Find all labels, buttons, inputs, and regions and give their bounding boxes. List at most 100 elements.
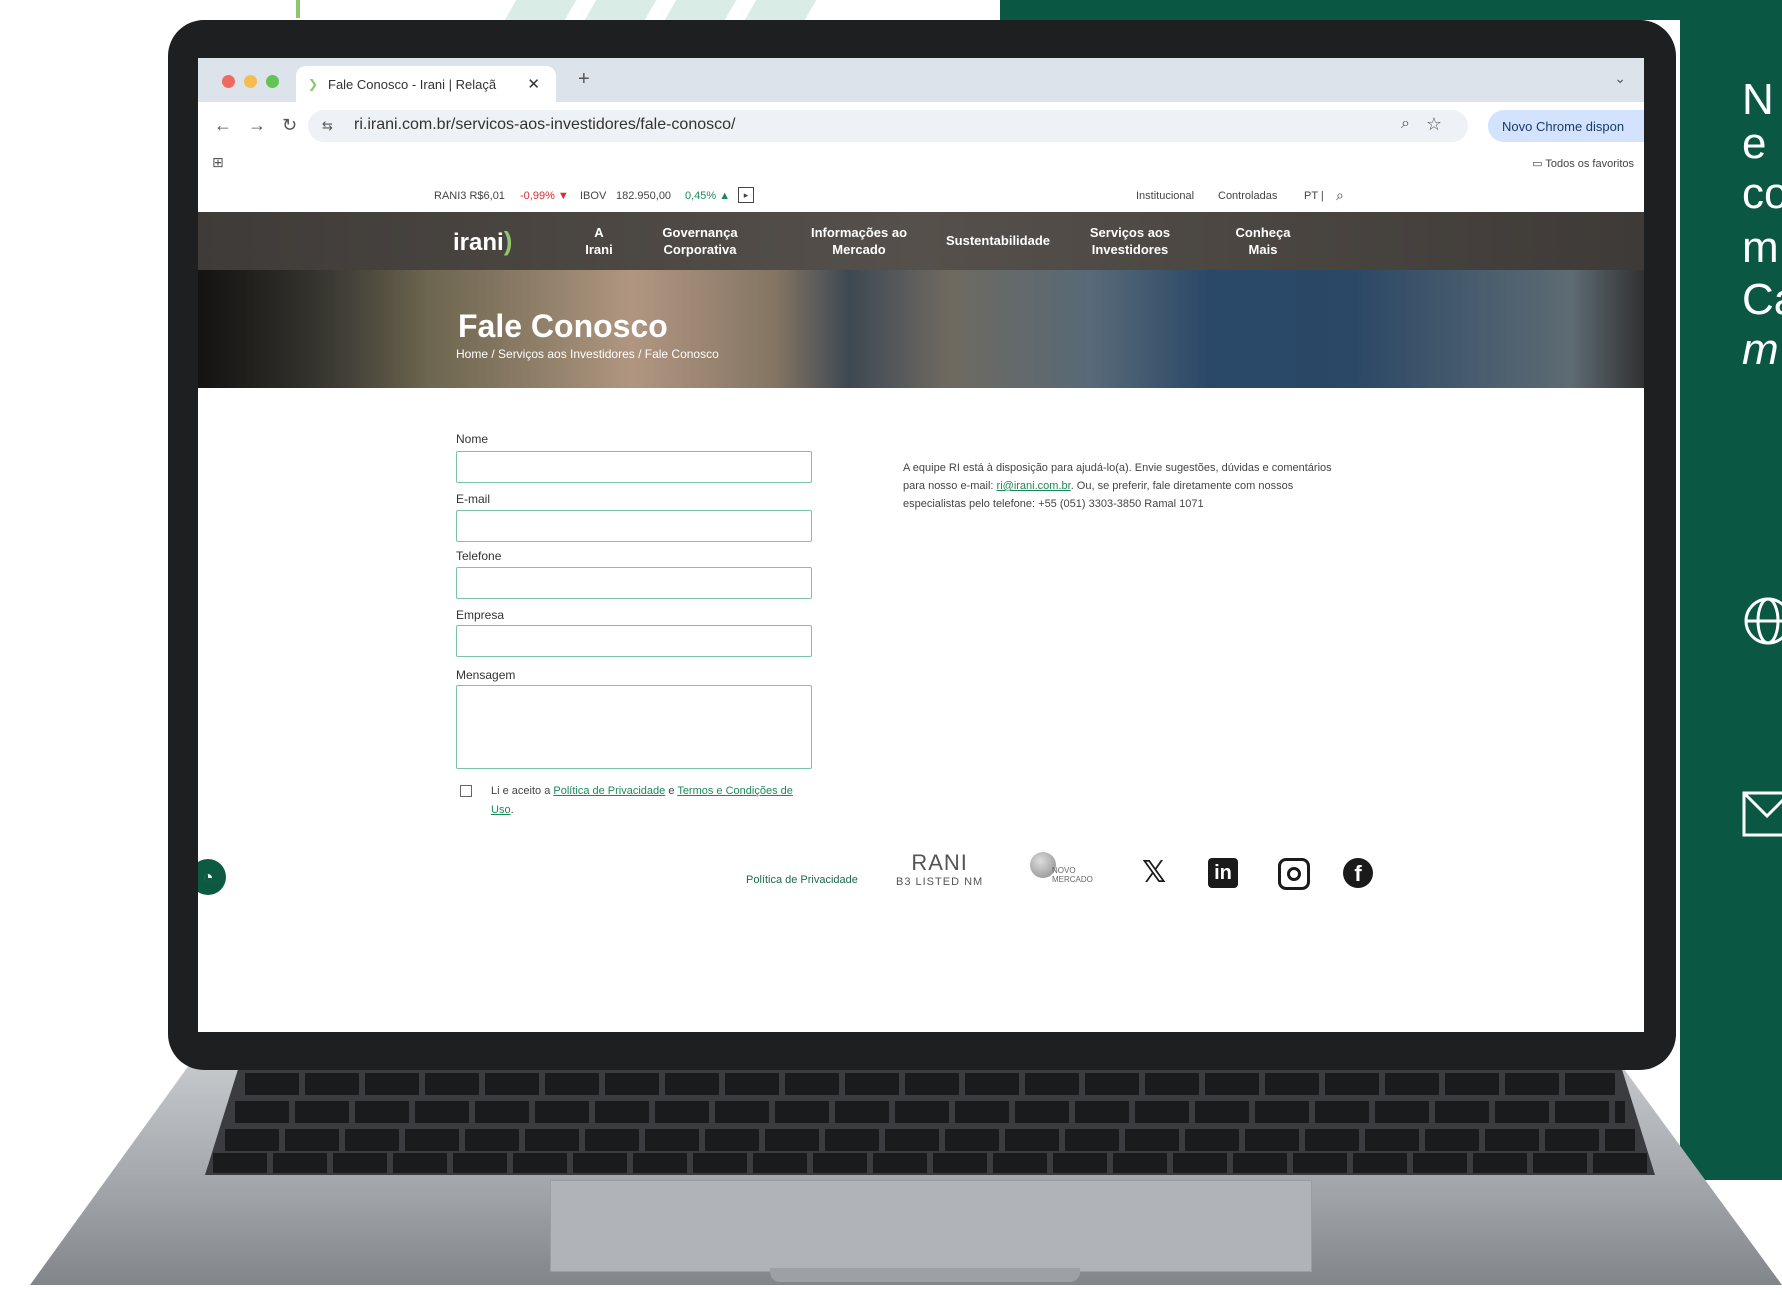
side-text-line: m bbox=[1742, 223, 1779, 272]
phone-field[interactable] bbox=[456, 567, 812, 599]
consent-checkbox[interactable] bbox=[460, 785, 472, 797]
laptop-notch bbox=[770, 1268, 1080, 1282]
tab-fale-conosco[interactable]: ❯ Fale Conosco - Irani | Relaçã ✕ bbox=[296, 66, 556, 102]
nav-label: Corporativa bbox=[663, 242, 737, 257]
irani-logo[interactable]: irani) bbox=[453, 226, 512, 257]
side-text-line: m bbox=[1742, 325, 1779, 374]
chrome-update-label: Novo Chrome dispon bbox=[1502, 119, 1625, 134]
search-icon[interactable]: ⌕ bbox=[1336, 187, 1344, 204]
b3-listed-logo: RANI B3 LISTED NM bbox=[896, 850, 983, 888]
contact-info: A equipe RI está à disposição para ajudá… bbox=[903, 459, 1333, 513]
ticker-ibov-value: 182.950,00 bbox=[616, 190, 672, 202]
keyboard bbox=[205, 1063, 1655, 1175]
reload-icon[interactable]: ↻ bbox=[282, 115, 297, 136]
ticker-rani: RANI3 R$6,01 bbox=[434, 190, 505, 202]
side-text-line: Ca bbox=[1742, 275, 1782, 324]
nav-conheca[interactable]: Conheça Mais bbox=[1198, 224, 1328, 258]
nav-sustentabilidade[interactable]: Sustentabilidade bbox=[933, 232, 1063, 249]
close-window-dot[interactable] bbox=[222, 75, 235, 88]
email-field[interactable] bbox=[456, 510, 812, 542]
hero-overlay bbox=[198, 270, 1644, 388]
nav-servicos[interactable]: Serviços aos Investidores bbox=[1065, 224, 1195, 258]
tab-bar: ❯ Fale Conosco - Irani | Relaçã ✕ + ⌄ bbox=[198, 58, 1644, 102]
apps-grid-icon[interactable]: ⊞ bbox=[212, 154, 224, 171]
nav-label: Conheça bbox=[1235, 225, 1291, 240]
site-settings-icon[interactable]: ⇆ bbox=[322, 118, 333, 134]
page-title: Fale Conosco bbox=[458, 308, 668, 344]
email-link[interactable]: ri@irani.com.br bbox=[997, 480, 1071, 492]
maximize-window-dot[interactable] bbox=[266, 75, 279, 88]
tab-search-icon[interactable]: ⌄ bbox=[1614, 70, 1626, 87]
logo-swoosh-icon: ) bbox=[503, 226, 513, 256]
main-nav: irani) A Irani Governança Corporativa Info… bbox=[198, 212, 1644, 270]
breadcrumb[interactable]: Home / Serviços aos Investidores / Fale … bbox=[456, 347, 719, 361]
nav-label: Mercado bbox=[832, 242, 886, 257]
all-bookmarks[interactable]: ▭ Todos os favoritos bbox=[1532, 157, 1634, 170]
nav-label: Sustentabilidade bbox=[945, 233, 1051, 248]
address-bar-row: ← → ↻ ⇆ ri.irani.com.br/servicos-aos-inv… bbox=[198, 102, 1644, 150]
close-tab-icon[interactable]: ✕ bbox=[527, 75, 540, 93]
nav-informacoes[interactable]: Informações ao Mercado bbox=[794, 224, 924, 258]
decor-line bbox=[296, 0, 300, 18]
email-label: E-mail bbox=[456, 492, 491, 506]
link-controladas[interactable]: Controladas bbox=[1218, 190, 1277, 202]
forward-icon[interactable]: → bbox=[248, 115, 266, 136]
nav-label: Irani bbox=[585, 242, 613, 257]
b3-listed: B3 LISTED NM bbox=[896, 876, 984, 888]
privacy-link[interactable]: Política de Privacidade bbox=[553, 785, 665, 797]
decor-stripe bbox=[743, 0, 817, 22]
tab-title: Fale Conosco - Irani | Relaçã bbox=[328, 77, 497, 92]
address-bar[interactable]: ⇆ ri.irani.com.br/servicos-aos-investido… bbox=[308, 110, 1468, 142]
decor-stripe bbox=[503, 0, 577, 22]
link-institucional[interactable]: Institucional bbox=[1136, 190, 1194, 202]
nav-label: Serviços aos bbox=[1089, 225, 1171, 240]
novo-mercado-text: NOVO MERCADO bbox=[1052, 866, 1093, 884]
name-field[interactable] bbox=[456, 451, 812, 483]
ticker-ibov-change: 0,45% ▲ bbox=[685, 190, 731, 202]
phone-label: Telefone bbox=[456, 549, 502, 563]
novo-mercado-logo: NOVO MERCADO bbox=[1030, 852, 1094, 888]
facebook-icon[interactable]: f bbox=[1343, 858, 1373, 888]
new-tab-icon[interactable]: + bbox=[578, 68, 590, 91]
nav-label: Governança bbox=[662, 225, 738, 240]
footer-privacy-link[interactable]: Política de Privacidade bbox=[746, 874, 858, 886]
side-text-line: co bbox=[1742, 169, 1782, 218]
key-row bbox=[213, 1153, 1647, 1173]
side-text-line: e bbox=[1742, 119, 1767, 168]
cookie-settings-icon[interactable]: ◔ bbox=[198, 859, 226, 895]
trackpad bbox=[550, 1180, 1312, 1272]
bookmark-star-icon[interactable]: ☆ bbox=[1426, 114, 1442, 135]
language-selector[interactable]: PT | bbox=[1304, 190, 1324, 202]
chrome-update-button[interactable]: Novo Chrome dispon bbox=[1488, 110, 1644, 142]
instagram-icon[interactable] bbox=[1278, 858, 1310, 890]
zoom-icon[interactable]: ⌕ bbox=[1401, 115, 1410, 133]
message-field[interactable] bbox=[456, 685, 812, 769]
nav-governanca[interactable]: Governança Corporativa bbox=[635, 224, 765, 258]
globe-icon bbox=[1742, 596, 1782, 656]
nav-label: Investidores bbox=[1091, 242, 1169, 257]
x-icon[interactable]: 𝕏 bbox=[1142, 855, 1166, 890]
browser-window: ❯ Fale Conosco - Irani | Relaçã ✕ + ⌄ ← … bbox=[198, 58, 1644, 1032]
ticker-pause-icon[interactable]: ▸ bbox=[738, 187, 754, 203]
key-row bbox=[245, 1073, 1615, 1095]
key-row bbox=[225, 1129, 1635, 1151]
company-label: Empresa bbox=[456, 608, 505, 622]
side-text-line: N bbox=[1742, 75, 1774, 124]
ticker-ibov: IBOV bbox=[580, 190, 607, 202]
linkedin-icon[interactable]: in bbox=[1208, 858, 1238, 888]
consent-and: e bbox=[665, 785, 678, 797]
nav-label: Mais bbox=[1248, 242, 1278, 257]
url-text: ri.irani.com.br/servicos-aos-investidore… bbox=[354, 116, 736, 133]
nav-label: A bbox=[594, 225, 604, 240]
nav-label: Informações ao bbox=[810, 225, 908, 240]
back-icon[interactable]: ← bbox=[214, 115, 232, 136]
ticker-rani-change: -0,99% ▼ bbox=[520, 190, 569, 202]
decor-stripe bbox=[663, 0, 737, 22]
name-label: Nome bbox=[456, 432, 489, 446]
consent-suffix: . bbox=[510, 804, 514, 816]
minimize-window-dot[interactable] bbox=[244, 75, 257, 88]
key-row bbox=[235, 1101, 1625, 1123]
company-field[interactable] bbox=[456, 625, 812, 657]
all-bookmarks-label: Todos os favoritos bbox=[1545, 158, 1634, 170]
mail-icon bbox=[1742, 790, 1782, 850]
